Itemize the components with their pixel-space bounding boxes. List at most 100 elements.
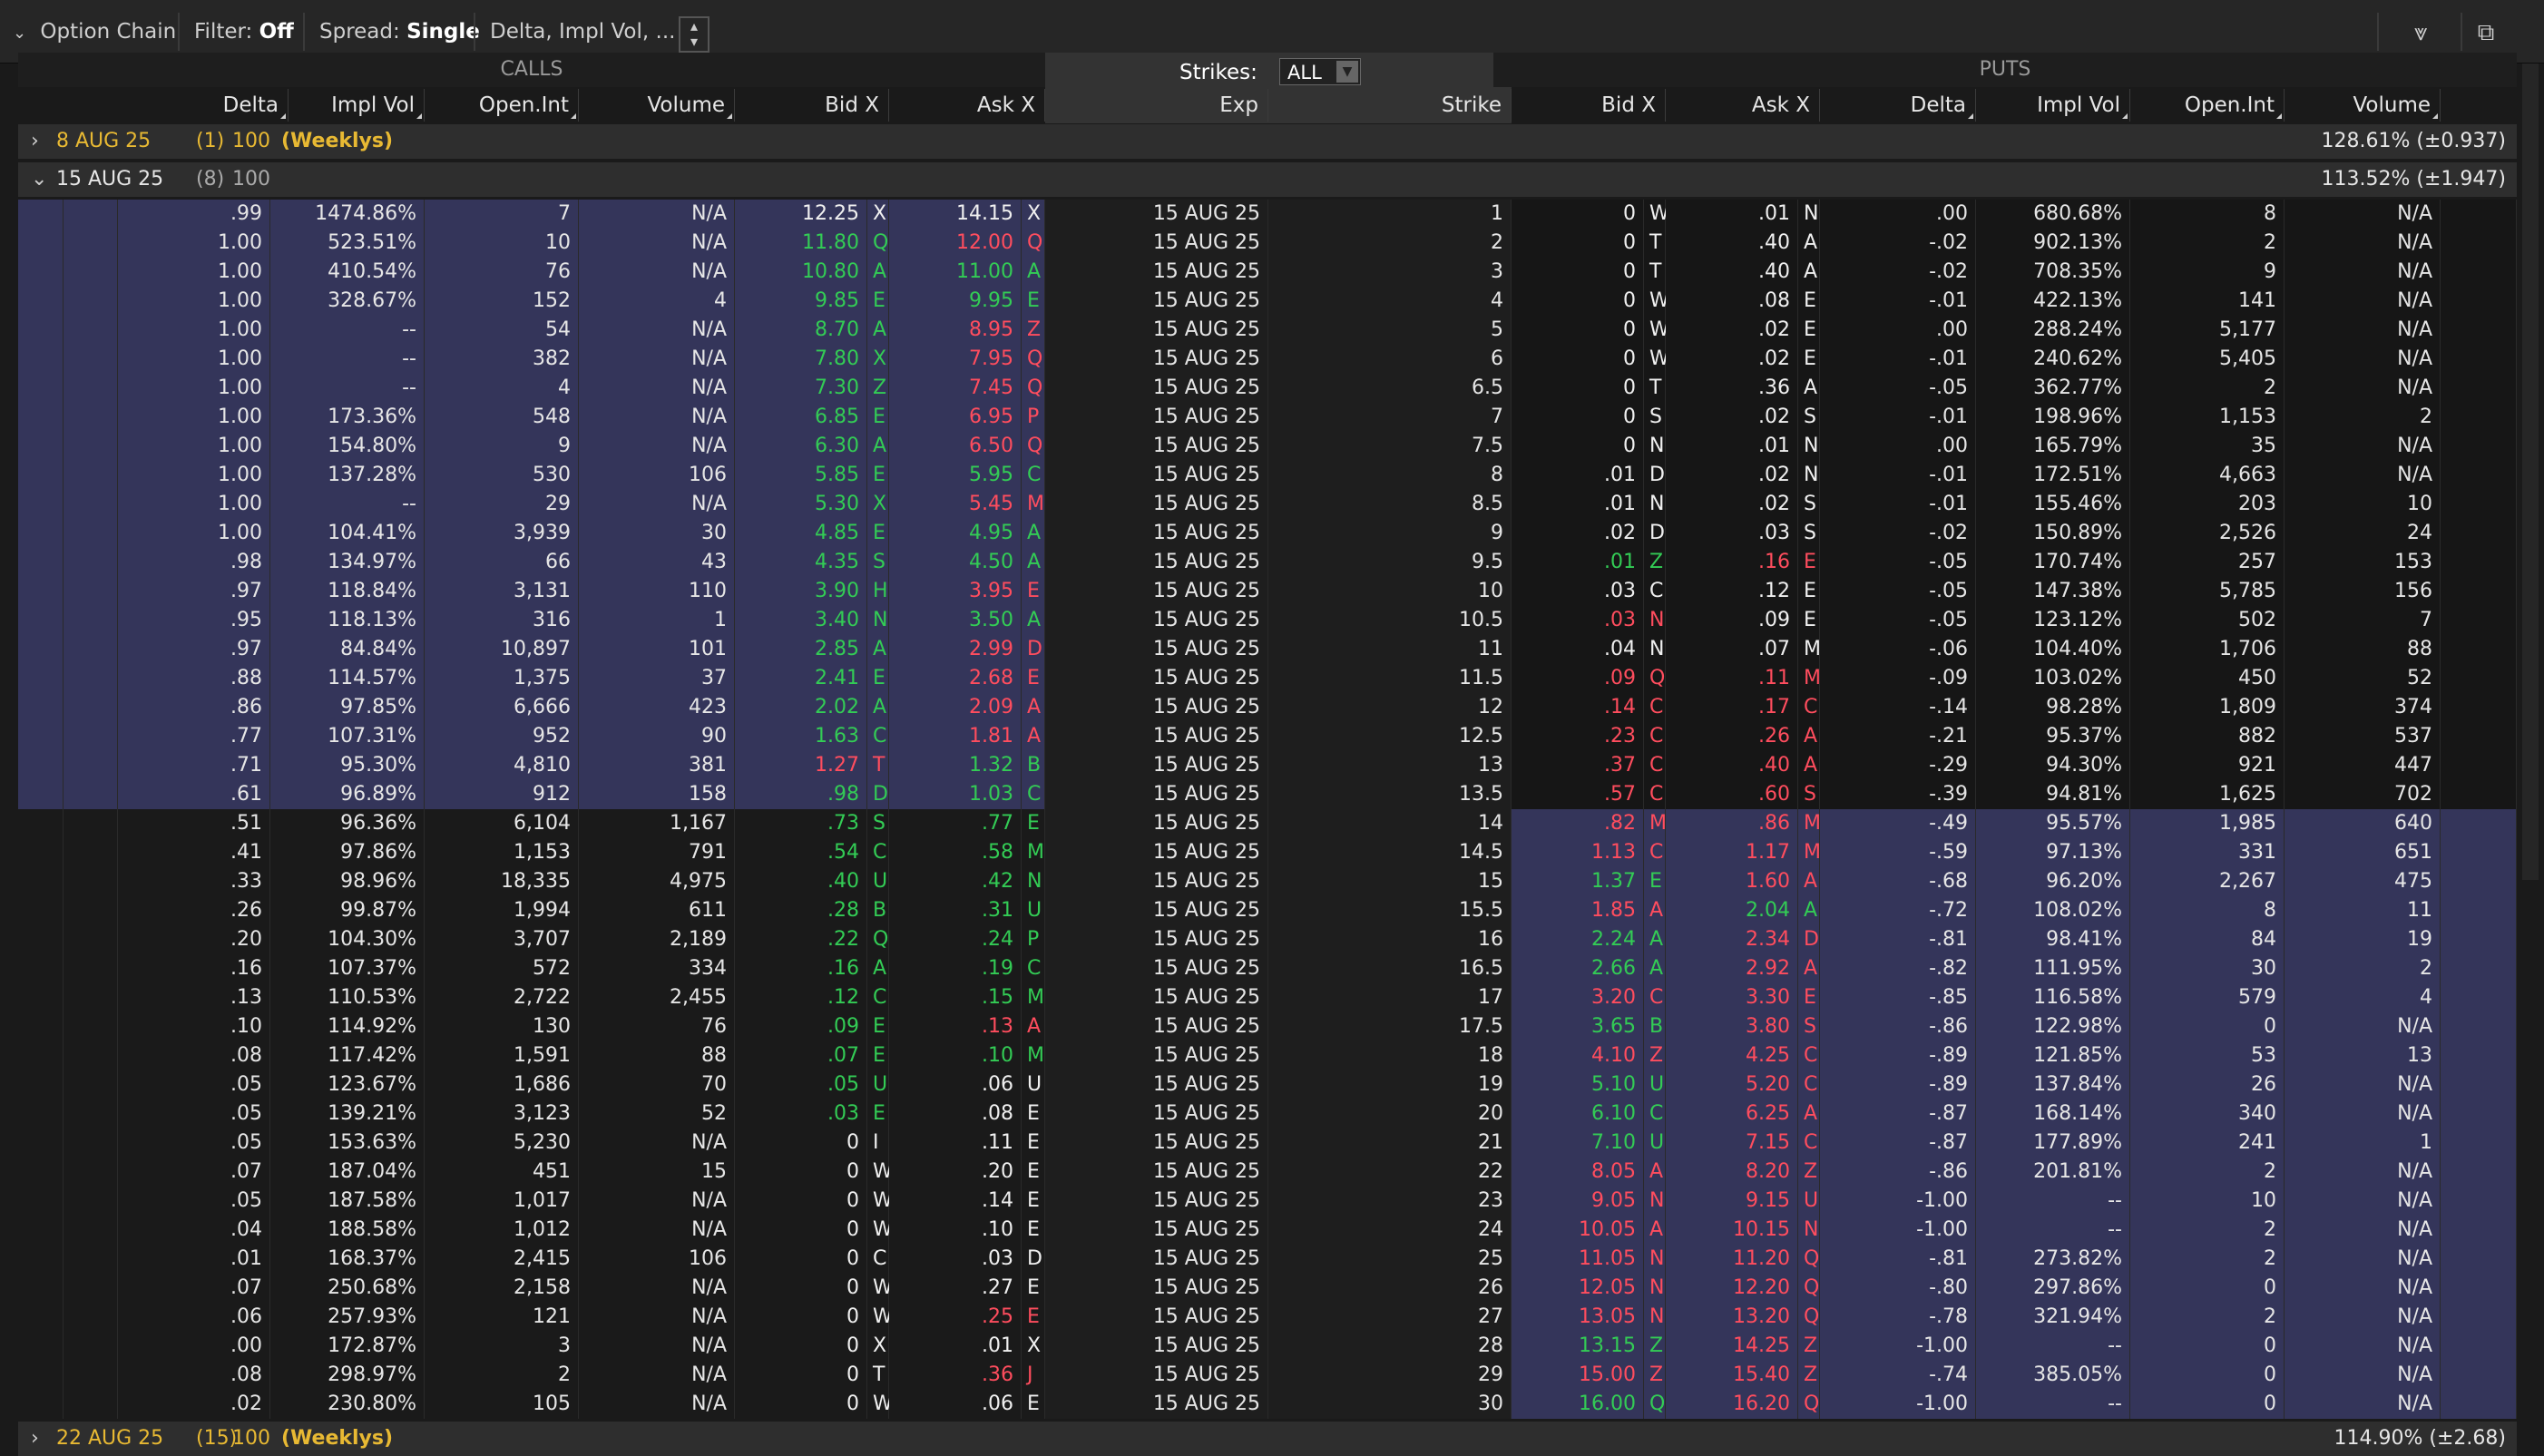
- call-ask-exchange[interactable]: E: [1022, 1158, 1045, 1187]
- option-row[interactable]: .16 107.37% 572 334.16 A .19 C 15 AUG 25 16.5 2.6…: [18, 954, 2517, 983]
- call-ask-exchange[interactable]: E: [1022, 1129, 1045, 1158]
- put-ask-exchange[interactable]: E: [1798, 606, 1820, 635]
- call-bid[interactable]: 0: [735, 1158, 867, 1187]
- put-ask-exchange[interactable]: E: [1798, 287, 1820, 316]
- option-row[interactable]: .04 188.58% 1,012 N/A 0 W .10 E 15 AUG 25 24 10.05…: [18, 1216, 2517, 1245]
- option-row[interactable]: .95 118.13% 316 1 3.40 N 3.50 A 15 AUG 25 10.5.03…: [18, 606, 2517, 635]
- call-ask-exchange[interactable]: A: [1022, 722, 1045, 751]
- call-bid[interactable]: 8.70: [735, 316, 867, 345]
- put-bid-exchange[interactable]: Q: [1644, 1390, 1666, 1419]
- put-ask[interactable]: 2.04: [1666, 896, 1798, 925]
- call-ask-exchange[interactable]: P: [1022, 925, 1045, 954]
- layout-stepper[interactable]: ▴ ▾: [679, 16, 709, 53]
- put-bid[interactable]: 11.05: [1512, 1245, 1644, 1274]
- put-bid[interactable]: 8.05: [1512, 1158, 1644, 1187]
- call-bid-exchange[interactable]: C: [867, 1245, 889, 1274]
- put-bid-exchange[interactable]: A: [1644, 1216, 1666, 1245]
- call-bid-exchange[interactable]: D: [867, 780, 889, 809]
- call-ask[interactable]: 8.95: [889, 316, 1022, 345]
- put-bid-exchange[interactable]: T: [1644, 229, 1666, 258]
- put-bid-exchange[interactable]: C: [1644, 693, 1666, 722]
- call-bid[interactable]: 5.30: [735, 490, 867, 519]
- option-row[interactable]: .51 96.36% 6,104 1,167.73 S .77 E 15 AUG 25 14.8…: [18, 809, 2517, 838]
- put-ask[interactable]: .36: [1666, 374, 1798, 403]
- call-ask[interactable]: .11: [889, 1129, 1022, 1158]
- put-ask-exchange[interactable]: E: [1798, 577, 1820, 606]
- put-ask-exchange[interactable]: Q: [1798, 1390, 1820, 1419]
- put-bid-exchange[interactable]: W: [1644, 287, 1669, 316]
- put-ask-exchange[interactable]: E: [1798, 345, 1820, 374]
- put-bid[interactable]: 0: [1512, 345, 1644, 374]
- option-row[interactable]: .10 114.92% 130 76.09 E .13 A 15 AUG 25 17.5 3.65…: [18, 1012, 2517, 1041]
- put-ask-exchange[interactable]: A: [1798, 374, 1820, 403]
- call-bid-exchange[interactable]: C: [867, 838, 889, 867]
- put-bid-exchange[interactable]: C: [1644, 838, 1666, 867]
- put-bid[interactable]: .14: [1512, 693, 1644, 722]
- call-bid-exchange[interactable]: C: [867, 722, 889, 751]
- call-ask-exchange[interactable]: Q: [1022, 229, 1045, 258]
- call-ask-exchange[interactable]: A: [1022, 1012, 1045, 1041]
- put-bid-exchange[interactable]: C: [1644, 751, 1666, 780]
- call-ask[interactable]: .36: [889, 1361, 1022, 1390]
- call-ask[interactable]: 9.95: [889, 287, 1022, 316]
- call-ask[interactable]: 1.32: [889, 751, 1022, 780]
- put-ask-exchange[interactable]: Z: [1798, 1158, 1820, 1187]
- call-ask-exchange[interactable]: X: [1022, 200, 1045, 229]
- option-row[interactable]: .20 104.30% 3,707 2,189.22 Q .24 P 15 AUG 25 16 2…: [18, 925, 2517, 954]
- call-ask[interactable]: .19: [889, 954, 1022, 983]
- option-row[interactable]: .05 153.63% 5,230 N/A 0 I .11 E 15 AUG 25 21 7.10 U…: [18, 1129, 2517, 1158]
- put-bid[interactable]: 9.05: [1512, 1187, 1644, 1216]
- call-bid[interactable]: .98: [735, 780, 867, 809]
- call-ask[interactable]: 4.50: [889, 548, 1022, 577]
- option-row[interactable]: .99 1474.86% 7 N/A 12.25 X 14.15 X 15 AUG 25 1 0 W.…: [18, 200, 2517, 229]
- call-ask-exchange[interactable]: C: [1022, 780, 1045, 809]
- call-ask-exchange[interactable]: E: [1022, 577, 1045, 606]
- call-bid[interactable]: 4.35: [735, 548, 867, 577]
- put-ask-exchange[interactable]: A: [1798, 751, 1820, 780]
- call-ask-exchange[interactable]: A: [1022, 258, 1045, 287]
- put-ask-exchange[interactable]: N: [1798, 1216, 1820, 1245]
- call-ask-exchange[interactable]: E: [1022, 1216, 1045, 1245]
- call-bid-exchange[interactable]: E: [867, 519, 889, 548]
- call-bid-exchange[interactable]: U: [867, 867, 889, 896]
- put-ask-exchange[interactable]: S: [1798, 403, 1820, 432]
- call-bid-exchange[interactable]: W: [867, 1158, 893, 1187]
- call-ask-exchange[interactable]: E: [1022, 809, 1045, 838]
- call-ask-exchange[interactable]: E: [1022, 664, 1045, 693]
- put-ask[interactable]: 7.15: [1666, 1129, 1798, 1158]
- put-ask[interactable]: .02: [1666, 345, 1798, 374]
- call-bid-exchange[interactable]: W: [867, 1303, 893, 1332]
- call-ask-exchange[interactable]: M: [1022, 838, 1045, 867]
- call-bid-exchange[interactable]: A: [867, 258, 889, 287]
- put-bid-exchange[interactable]: N: [1644, 1274, 1666, 1303]
- call-ask[interactable]: .10: [889, 1041, 1022, 1070]
- caret-up-icon[interactable]: ▴: [680, 18, 708, 34]
- call-bid-exchange[interactable]: W: [867, 1187, 893, 1216]
- call-bid-exchange[interactable]: Q: [867, 925, 889, 954]
- put-ask-exchange[interactable]: C: [1798, 1070, 1820, 1099]
- put-ask-exchange[interactable]: Q: [1798, 1245, 1820, 1274]
- call-bid[interactable]: 3.90: [735, 577, 867, 606]
- col-strike[interactable]: Strike: [1268, 89, 1512, 122]
- put-bid-exchange[interactable]: Z: [1644, 1361, 1666, 1390]
- call-bid[interactable]: 0: [735, 1245, 867, 1274]
- call-ask-exchange[interactable]: A: [1022, 519, 1045, 548]
- call-ask[interactable]: .06: [889, 1070, 1022, 1099]
- call-bid[interactable]: 12.25: [735, 200, 867, 229]
- call-bid-exchange[interactable]: S: [867, 548, 889, 577]
- col-call-delta[interactable]: Delta: [118, 89, 289, 122]
- option-row[interactable]: 1.00 328.67% 152 4 9.85 E 9.95 E 15 AUG 25 4 0 W .08…: [18, 287, 2517, 316]
- put-bid[interactable]: 0: [1512, 258, 1644, 287]
- put-bid[interactable]: 3.20: [1512, 983, 1644, 1012]
- put-bid[interactable]: 6.10: [1512, 1099, 1644, 1129]
- put-ask-exchange[interactable]: Q: [1798, 1303, 1820, 1332]
- call-ask-exchange[interactable]: D: [1022, 635, 1045, 664]
- put-bid[interactable]: .02: [1512, 519, 1644, 548]
- call-bid[interactable]: 0: [735, 1187, 867, 1216]
- option-row[interactable]: .61 96.89% 912 158.98 D 1.03 C 15 AUG 25 13.5.57…: [18, 780, 2517, 809]
- call-bid[interactable]: .16: [735, 954, 867, 983]
- call-bid-exchange[interactable]: X: [867, 345, 889, 374]
- call-ask[interactable]: 7.95: [889, 345, 1022, 374]
- col-put-bid[interactable]: Bid X: [1512, 89, 1666, 122]
- option-row[interactable]: 1.00 173.36% 548 N/A 6.85 E 6.95 P 15 AUG 25 7 0 S.…: [18, 403, 2517, 432]
